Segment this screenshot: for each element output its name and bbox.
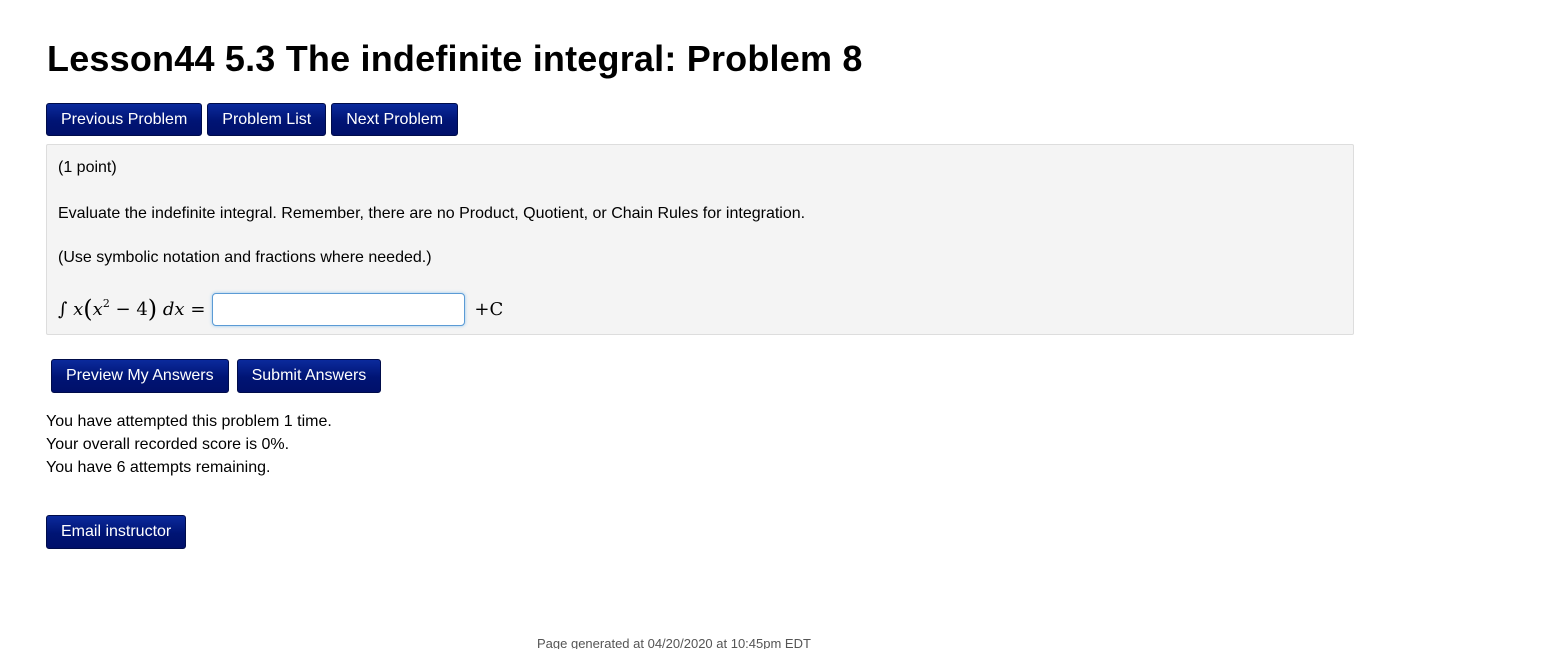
previous-problem-button[interactable]: Previous Problem xyxy=(46,103,203,136)
next-problem-button[interactable]: Next Problem xyxy=(331,103,459,136)
attempt-status: You have attempted this problem 1 time. … xyxy=(46,410,332,479)
integral-sign: ∫ xyxy=(58,299,68,320)
page-footer: Page generated at 04/20/2020 at 10:45pm … xyxy=(537,636,811,649)
page-title: Lesson44 5.3 The indefinite integral: Pr… xyxy=(47,38,863,79)
integral-equation: ∫ x(x2 − 4) dx = +C xyxy=(58,292,503,326)
plus-c-constant: +C xyxy=(474,298,504,320)
integral-expression: ∫ x(x2 − 4) dx = xyxy=(58,295,205,323)
notation-note: (Use symbolic notation and fractions whe… xyxy=(58,249,432,266)
problem-panel: (1 point) Evaluate the indefinite integr… xyxy=(46,144,1354,335)
exponent: 2 xyxy=(102,297,110,310)
problem-nav: Previous Problem Problem List Next Probl… xyxy=(46,103,459,136)
attempt-count: You have attempted this problem 1 time. xyxy=(46,413,332,430)
answer-input[interactable] xyxy=(212,292,466,326)
submit-answers-button[interactable]: Submit Answers xyxy=(236,359,382,393)
recorded-score: Your overall recorded score is 0%. xyxy=(46,436,290,453)
problem-points: (1 point) xyxy=(58,159,117,176)
close-paren: ) xyxy=(147,295,158,323)
minus-four: − 4 xyxy=(109,299,148,320)
email-instructor-button[interactable]: Email instructor xyxy=(46,515,187,549)
integrand-variable: x xyxy=(73,299,84,320)
differential: dx xyxy=(162,299,185,320)
problem-page: Lesson44 5.3 The indefinite integral: Pr… xyxy=(0,0,1556,649)
inner-variable: x xyxy=(92,299,103,320)
problem-instructions: Evaluate the indefinite integral. Rememb… xyxy=(58,205,806,222)
equals-sign: = xyxy=(190,299,206,320)
problem-list-button[interactable]: Problem List xyxy=(207,103,327,136)
preview-answers-button[interactable]: Preview My Answers xyxy=(51,359,229,393)
attempts-remaining: You have 6 attempts remaining. xyxy=(46,459,271,476)
open-paren: ( xyxy=(83,295,93,323)
answer-actions: Preview My Answers Submit Answers xyxy=(51,359,382,393)
